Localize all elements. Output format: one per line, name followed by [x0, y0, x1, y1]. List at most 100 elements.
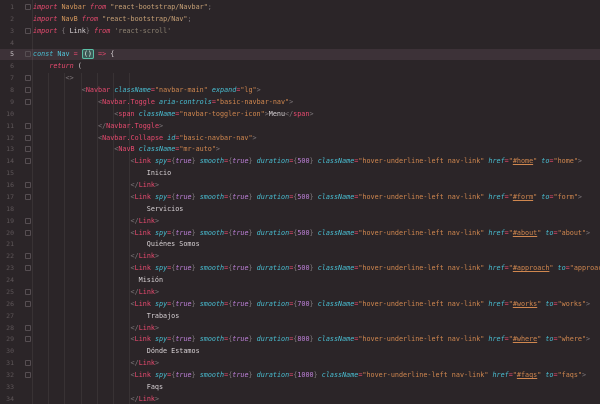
fold-toggle-icon[interactable]	[14, 194, 33, 200]
code-lines-container: 1 import Navbar from "react-bootstrap/Nav…	[0, 0, 600, 404]
code-line-text[interactable]: <Link spy={true} smooth={true} duration=…	[33, 300, 590, 308]
code-line-text[interactable]: Trabajos	[33, 312, 179, 320]
code-line-text[interactable]: <span className="navbar-toggler-icon">Me…	[33, 110, 314, 118]
code-line-text[interactable]: </Link>	[33, 324, 159, 332]
fold-toggle-icon[interactable]	[14, 158, 33, 164]
fold-toggle-icon[interactable]	[14, 182, 33, 188]
code-line-text[interactable]: Dónde Estamos	[33, 347, 200, 355]
code-line-text[interactable]: import { Link} from 'react-scroll'	[33, 27, 171, 35]
code-line-text[interactable]: <>	[33, 74, 74, 82]
code-line-text[interactable]: Inicio	[33, 169, 171, 177]
code-line: 31 </Link>	[0, 357, 600, 369]
code-line-text[interactable]: </Link>	[33, 288, 159, 296]
line-number[interactable]: 28	[0, 324, 14, 332]
fold-toggle-icon[interactable]	[14, 4, 33, 10]
line-number[interactable]: 11	[0, 122, 14, 130]
line-number[interactable]: 20	[0, 229, 14, 237]
code-line-text[interactable]: <Link spy={true} smooth={true} duration=…	[33, 229, 590, 237]
line-number[interactable]: 34	[0, 395, 14, 403]
line-number[interactable]: 26	[0, 300, 14, 308]
code-line: 7 <>	[0, 72, 600, 84]
code-line-text[interactable]: <NavB className="mr-auto">	[33, 145, 220, 153]
line-number[interactable]: 5	[0, 50, 14, 58]
line-number[interactable]: 7	[0, 74, 14, 82]
line-number[interactable]: 25	[0, 288, 14, 296]
line-number[interactable]: 23	[0, 264, 14, 272]
fold-toggle-icon[interactable]	[14, 289, 33, 295]
line-number[interactable]: 6	[0, 62, 14, 70]
line-number[interactable]: 14	[0, 157, 14, 165]
code-line-text[interactable]: <Navbar.Toggle aria-controls="basic-navb…	[33, 98, 293, 106]
line-number[interactable]: 18	[0, 205, 14, 213]
fold-toggle-icon[interactable]	[14, 325, 33, 331]
fold-toggle-icon[interactable]	[14, 336, 33, 342]
code-line-text[interactable]: </Link>	[33, 359, 159, 367]
line-number[interactable]: 24	[0, 276, 14, 284]
line-number[interactable]: 33	[0, 383, 14, 391]
line-number[interactable]: 32	[0, 371, 14, 379]
code-line-text[interactable]: </Link>	[33, 217, 159, 225]
line-number[interactable]: 8	[0, 86, 14, 94]
code-line-text[interactable]: Servicios	[33, 205, 183, 213]
line-number[interactable]: 3	[0, 27, 14, 35]
line-number[interactable]: 4	[0, 39, 14, 47]
code-line-text[interactable]: <Link spy={true} smooth={true} duration=…	[33, 157, 582, 165]
code-line-text[interactable]: import Navbar from "react-bootstrap/Navb…	[33, 3, 212, 11]
line-number[interactable]: 31	[0, 359, 14, 367]
fold-toggle-icon[interactable]	[14, 99, 33, 105]
code-line-text[interactable]: </Link>	[33, 181, 159, 189]
code-line-text[interactable]: return (	[33, 62, 82, 70]
line-number[interactable]: 17	[0, 193, 14, 201]
line-number[interactable]: 13	[0, 145, 14, 153]
line-number[interactable]: 15	[0, 169, 14, 177]
line-number[interactable]: 1	[0, 3, 14, 11]
code-line: 2 import NavB from "react-bootstrap/Nav";	[0, 13, 600, 25]
code-line-text[interactable]: Faqs	[33, 383, 163, 391]
code-line-text[interactable]: const Nav = () => {	[33, 50, 114, 58]
code-line: 10 <span className="navbar-toggler-icon"…	[0, 108, 600, 120]
code-line: 9 <Navbar.Toggle aria-controls="basic-na…	[0, 96, 600, 108]
fold-toggle-icon[interactable]	[14, 372, 33, 378]
fold-toggle-icon[interactable]	[14, 87, 33, 93]
fold-toggle-icon[interactable]	[14, 230, 33, 236]
code-line-text[interactable]: <Link spy={true} smooth={true} duration=…	[33, 335, 590, 343]
fold-toggle-icon[interactable]	[14, 265, 33, 271]
code-line: 25 </Link>	[0, 286, 600, 298]
code-line-text[interactable]: </Link>	[33, 395, 159, 403]
code-line-text[interactable]: </Link>	[33, 252, 159, 260]
line-number[interactable]: 19	[0, 217, 14, 225]
fold-toggle-icon[interactable]	[14, 135, 33, 141]
code-line-text[interactable]: import NavB from "react-bootstrap/Nav";	[33, 15, 192, 23]
code-line-text[interactable]: <Navbar.Collapse id="basic-navbar-nav">	[33, 134, 257, 142]
code-line-text[interactable]: <Link spy={true} smooth={true} duration=…	[33, 264, 600, 272]
fold-toggle-icon[interactable]	[14, 123, 33, 129]
code-line-text[interactable]: Quiénes Somos	[33, 240, 200, 248]
code-line-text[interactable]: </Navbar.Toggle>	[33, 122, 163, 130]
line-number[interactable]: 16	[0, 181, 14, 189]
line-number[interactable]: 22	[0, 252, 14, 260]
code-line-text[interactable]: Misión	[33, 276, 163, 284]
line-number[interactable]: 2	[0, 15, 14, 23]
line-number[interactable]: 9	[0, 98, 14, 106]
code-editor[interactable]: 1 import Navbar from "react-bootstrap/Nav…	[0, 0, 600, 404]
fold-toggle-icon[interactable]	[14, 146, 33, 152]
code-line-text[interactable]: <Navbar className="navbar-main" expand="…	[33, 86, 261, 94]
fold-toggle-icon[interactable]	[14, 301, 33, 307]
code-line: 14 <Link spy={true} smooth={true} durati…	[0, 155, 600, 167]
code-line-text[interactable]: <Link spy={true} smooth={true} duration=…	[33, 371, 586, 379]
fold-toggle-icon[interactable]	[14, 360, 33, 366]
line-number[interactable]: 21	[0, 240, 14, 248]
line-number[interactable]: 27	[0, 312, 14, 320]
fold-toggle-icon[interactable]	[14, 253, 33, 259]
fold-toggle-icon[interactable]	[14, 75, 33, 81]
code-line: 3 import { Link} from 'react-scroll'	[0, 25, 600, 37]
line-number[interactable]: 30	[0, 347, 14, 355]
line-number[interactable]: 29	[0, 335, 14, 343]
fold-toggle-icon[interactable]	[14, 28, 33, 34]
fold-toggle-icon[interactable]	[14, 51, 33, 57]
line-number[interactable]: 10	[0, 110, 14, 118]
code-line-text[interactable]: <Link spy={true} smooth={true} duration=…	[33, 193, 582, 201]
line-number[interactable]: 12	[0, 134, 14, 142]
code-line: 12 <Navbar.Collapse id="basic-navbar-nav…	[0, 132, 600, 144]
fold-toggle-icon[interactable]	[14, 218, 33, 224]
